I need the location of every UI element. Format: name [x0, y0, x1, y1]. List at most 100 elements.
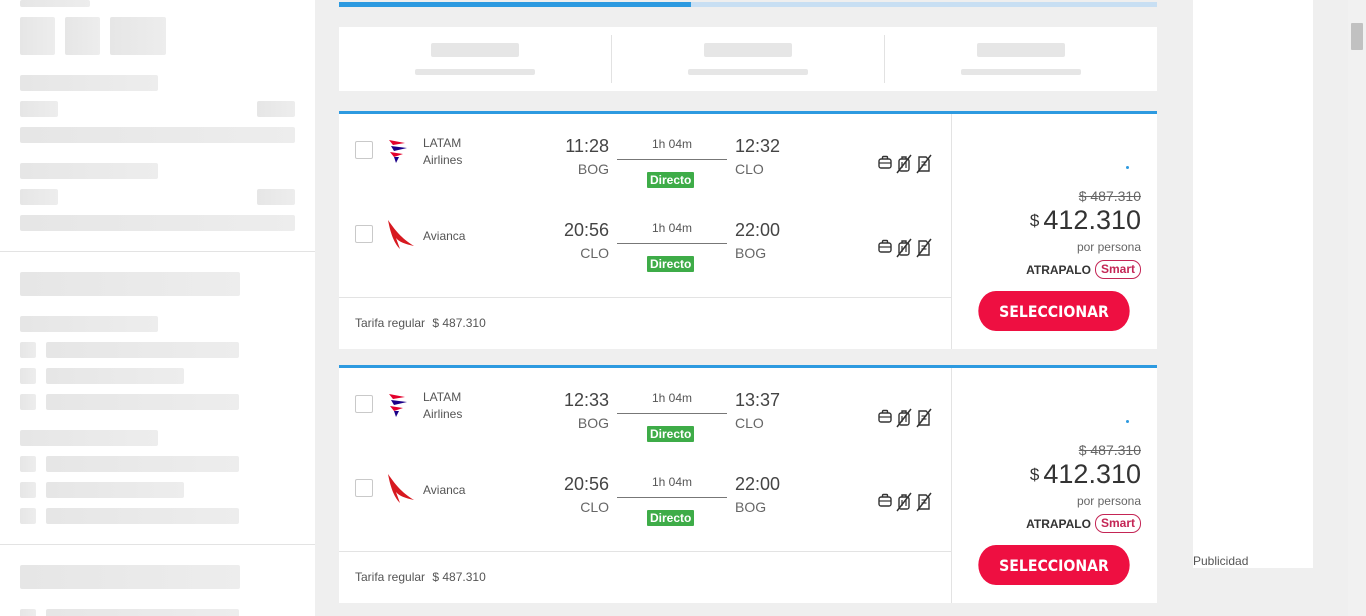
skeleton-bar [46, 368, 184, 384]
departure-airport: BOG [577, 161, 609, 177]
duration-line [617, 159, 727, 160]
fare-amenities [877, 238, 933, 258]
price: $412.310 [1030, 459, 1141, 490]
skeleton-bar [46, 508, 239, 524]
skeleton-checkbox [20, 508, 36, 524]
arrival-time: 22:00 [735, 220, 781, 240]
no-change-icon[interactable] [915, 408, 933, 428]
no-change-icon[interactable] [915, 238, 933, 258]
flight-options: LATAM Airlines 12:33 BOG 1h 04m Directo … [339, 368, 952, 603]
skeleton-bar [20, 215, 295, 231]
regular-fare-row: Tarifa regular $ 487.310 [339, 297, 952, 349]
flight-select-checkbox[interactable] [355, 479, 373, 497]
sort-tab-skeleton[interactable] [612, 35, 885, 83]
skeleton-block [20, 17, 55, 55]
select-button[interactable]: SELECCIONAR [978, 291, 1130, 331]
skeleton-bar [20, 75, 158, 91]
skeleton-block [110, 17, 166, 55]
old-price: $ 487.310 [1078, 442, 1141, 458]
flight-result-card: LATAM Airlines 12:33 BOG 1h 04m Directo … [339, 365, 1157, 603]
departure-airport: CLO [580, 245, 609, 261]
airline-name: LATAM Airlines [423, 389, 493, 423]
smart-badge: Smart [1094, 260, 1141, 279]
arrival-airport: BOG [735, 499, 767, 515]
skeleton-bar [46, 394, 239, 410]
flight-select-checkbox[interactable] [355, 141, 373, 159]
price-currency: $ [1029, 465, 1040, 484]
atrapalo-smart-brand: ATRAPALO Smart [1026, 260, 1141, 279]
flight-option-return[interactable]: Avianca 20:56 CLO 1h 04m Directo 22:00 B… [339, 452, 952, 526]
airline-name: Avianca [423, 228, 493, 245]
departure-time: 12:33 [563, 390, 609, 410]
brand-name: ATRAPALO [1026, 262, 1091, 277]
regular-fare-price: $ 487.310 [432, 570, 486, 584]
latam-logo-icon [385, 134, 411, 166]
price-currency: $ [1029, 211, 1040, 230]
direct-badge: Directo [647, 510, 695, 526]
skeleton-bar [46, 456, 239, 472]
carry-on-bag-icon[interactable] [877, 408, 893, 428]
scrollbar-thumb[interactable] [1351, 23, 1363, 50]
skeleton-bar [20, 101, 58, 117]
price: $412.310 [1030, 205, 1141, 236]
arrival-time: 12:32 [735, 136, 781, 156]
arrival-airport: BOG [735, 245, 767, 261]
skeleton-checkbox [20, 609, 36, 616]
airline-name-line1: LATAM [423, 390, 462, 404]
carry-on-bag-icon[interactable] [877, 492, 893, 512]
regular-fare-text: Tarifa regular $ 487.310 [355, 570, 486, 584]
skeleton-bar [20, 0, 90, 7]
sort-tab-skeleton[interactable] [339, 35, 612, 83]
flight-result-card: LATAM Airlines 11:28 BOG 1h 04m Directo … [339, 111, 1157, 349]
avianca-logo-icon [385, 472, 414, 504]
skeleton-bar [257, 189, 295, 205]
no-checked-bag-icon[interactable] [895, 492, 913, 512]
no-change-icon[interactable] [915, 154, 933, 174]
page-scrollbar[interactable] [1348, 0, 1366, 616]
arrival-airport: CLO [735, 415, 764, 431]
no-checked-bag-icon[interactable] [895, 238, 913, 258]
sort-tab-skeleton[interactable] [885, 35, 1157, 83]
departure-airport: CLO [580, 499, 609, 515]
flight-option-return[interactable]: Avianca 20:56 CLO 1h 04m Directo 22:00 B… [339, 198, 952, 272]
ad-banner[interactable] [1193, 0, 1313, 568]
skeleton-bar [20, 316, 158, 332]
price-panel: $ 487.310 $412.310 por persona ATRAPALO … [952, 114, 1157, 349]
skeleton-checkbox [20, 394, 36, 410]
loading-progress-bar [339, 2, 1157, 7]
no-change-icon[interactable] [915, 492, 933, 512]
flight-select-checkbox[interactable] [355, 395, 373, 413]
fare-amenities [877, 154, 933, 174]
airline-name-line2: Airlines [423, 153, 463, 167]
latam-logo-icon [385, 388, 411, 420]
skeleton-bar [20, 163, 158, 179]
avianca-logo-icon [385, 218, 414, 250]
duration-line [617, 497, 727, 498]
divider [0, 544, 315, 545]
select-button[interactable]: SELECCIONAR [978, 545, 1130, 585]
flight-select-checkbox[interactable] [355, 225, 373, 243]
price-panel: $ 487.310 $412.310 por persona ATRAPALO … [952, 368, 1157, 603]
flight-option-outbound[interactable]: LATAM Airlines 11:28 BOG 1h 04m Directo … [339, 114, 952, 188]
no-checked-bag-icon[interactable] [895, 154, 913, 174]
airline-name: Avianca [423, 482, 493, 499]
duration-line [617, 243, 727, 244]
duration-line [617, 413, 727, 414]
departure-time: 11:28 [565, 136, 609, 156]
skeleton-checkbox [20, 342, 36, 358]
direct-badge: Directo [647, 172, 695, 188]
flight-duration: 1h 04m [651, 221, 693, 235]
arrival-airport: CLO [735, 161, 764, 177]
no-checked-bag-icon[interactable] [895, 408, 913, 428]
airline-name-line1: Avianca [423, 229, 466, 243]
carry-on-bag-icon[interactable] [877, 154, 893, 174]
smart-badge: Smart [1094, 514, 1141, 533]
skeleton-bar [46, 482, 184, 498]
departure-time: 20:56 [563, 220, 609, 240]
regular-fare-label: Tarifa regular [355, 316, 426, 330]
flight-option-outbound[interactable]: LATAM Airlines 12:33 BOG 1h 04m Directo … [339, 368, 952, 442]
per-person-label: por persona [1076, 494, 1141, 508]
carry-on-bag-icon[interactable] [877, 238, 893, 258]
skeleton-checkbox [20, 482, 36, 498]
skeleton-bar [20, 127, 295, 143]
